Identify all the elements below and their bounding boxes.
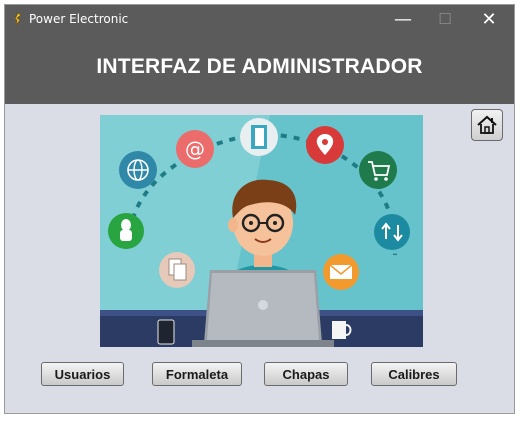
- home-button[interactable]: [471, 109, 503, 141]
- laptop-illustration: [192, 270, 334, 347]
- transfer-arrows-icon: [374, 214, 410, 250]
- envelope-icon: [323, 254, 359, 290]
- home-icon: [477, 115, 497, 134]
- close-button[interactable]: ✕: [469, 5, 509, 33]
- phone-illustration: [157, 319, 175, 345]
- maximize-button[interactable]: ☐: [425, 5, 465, 33]
- app-logo-icon: [14, 12, 22, 26]
- usuarios-button[interactable]: Usuarios: [41, 362, 124, 386]
- title-bar: Power Electronic — ☐ ✕: [5, 5, 514, 33]
- app-window: Power Electronic — ☐ ✕ INTERFAZ DE ADMIN…: [5, 5, 514, 413]
- chapas-button[interactable]: Chapas: [264, 362, 348, 386]
- formaleta-button[interactable]: Formaleta: [152, 362, 242, 386]
- location-pin-icon: [306, 126, 344, 164]
- calibres-button[interactable]: Calibres: [371, 362, 457, 386]
- email-at-icon: @: [176, 130, 214, 168]
- page-title: INTERFAZ DE ADMINISTRADOR: [96, 55, 423, 78]
- documents-icon: [159, 252, 195, 288]
- minimize-button[interactable]: —: [383, 5, 423, 33]
- shopping-cart-icon: [359, 151, 397, 189]
- window-title: Power Electronic: [29, 12, 129, 26]
- admin-illustration: @: [100, 115, 423, 347]
- svg-text:@: @: [185, 137, 205, 161]
- door-icon: [240, 118, 278, 156]
- page-header: INTERFAZ DE ADMINISTRADOR: [5, 33, 514, 104]
- user-lock-icon: [108, 213, 144, 249]
- globe-icon: [119, 151, 157, 189]
